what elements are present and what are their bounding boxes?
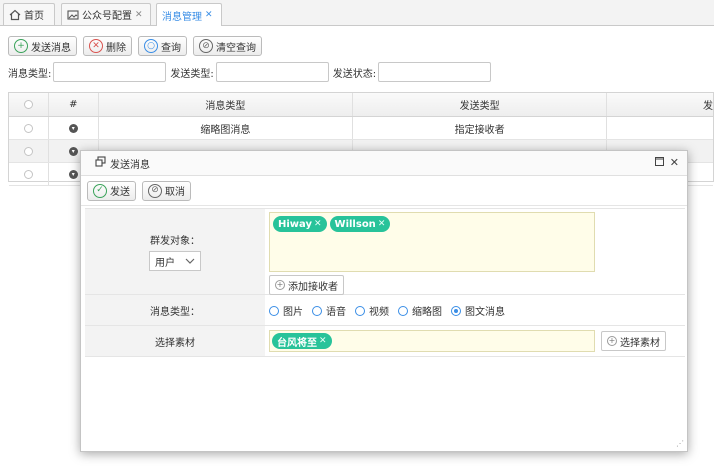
select-material-button[interactable]: + 选择素材 — [601, 331, 666, 351]
close-icon[interactable]: ✕ — [135, 10, 143, 20]
msg-type-filter-label: 消息类型: — [8, 68, 52, 80]
col-index: # — [49, 93, 99, 116]
close-icon[interactable]: ✕ — [670, 156, 679, 169]
tab-home[interactable]: 首页 — [3, 3, 55, 25]
plus-icon: + — [14, 39, 28, 53]
clear-query-button[interactable]: ⊘ 清空查询 — [193, 36, 262, 56]
form-row-target: 群发对象： 用户 Hiway ✕ Willson ✕ + 添加接收者 — [85, 209, 685, 295]
dialog-header[interactable]: 发送消息 ✕ — [81, 151, 687, 176]
tab-label: 首页 — [24, 11, 44, 22]
delete-button[interactable]: ✕ 删除 — [83, 36, 132, 56]
target-type-select[interactable]: 用户 — [149, 251, 201, 271]
radio-voice[interactable]: 语音 — [312, 303, 346, 318]
delete-icon: ✕ — [89, 39, 103, 53]
search-icon: ○ — [144, 39, 158, 53]
col-send-status[interactable]: 发 — [607, 93, 713, 116]
form-row-msg-type: 消息类型： 图片 语音 视频 缩略图 图文消息 — [85, 295, 685, 326]
send-status-filter-label: 发送状态: — [332, 68, 377, 80]
form-row-material: 选择素材 台风将至 ✕ + 选择素材 — [85, 326, 685, 357]
remove-tag-icon[interactable]: ✕ — [378, 219, 386, 229]
image-icon — [67, 9, 79, 21]
dialog-title: 发送消息 — [110, 159, 150, 171]
tab-bar: 首页 公众号配置 ✕ 消息管理 ✕ — [0, 0, 714, 26]
cancel-icon: ⊘ — [148, 183, 162, 198]
col-send-type[interactable]: 发送类型 — [353, 93, 608, 116]
dialog-toolbar: ✓ 发送 ⊘ 取消 — [81, 176, 687, 206]
target-tag-box[interactable]: Hiway ✕ Willson ✕ — [269, 212, 595, 272]
send-form: 群发对象： 用户 Hiway ✕ Willson ✕ + 添加接收者 消息类型：… — [85, 208, 685, 357]
plus-icon: + — [607, 336, 617, 346]
radio-thumbnail[interactable]: 缩略图 — [398, 303, 442, 318]
remove-tag-icon[interactable]: ✕ — [319, 336, 327, 346]
eraser-icon: ⊘ — [199, 39, 213, 53]
target-tag: Willson ✕ — [329, 216, 391, 232]
material-label: 选择素材 — [85, 326, 265, 356]
cancel-button[interactable]: ⊘ 取消 — [142, 180, 191, 201]
msg-type-filter-input[interactable] — [53, 62, 167, 82]
home-icon — [9, 9, 21, 21]
detail-icon[interactable]: ▾ — [68, 169, 78, 179]
close-icon[interactable]: ✕ — [205, 10, 213, 20]
send-status-filter-input[interactable] — [378, 62, 492, 82]
chevron-down-icon — [185, 256, 195, 267]
row-radio[interactable] — [23, 169, 33, 179]
select-all-radio[interactable] — [23, 100, 33, 109]
tab-label: 公众号配置 — [82, 11, 132, 22]
material-tag-box[interactable]: 台风将至 ✕ — [269, 330, 595, 352]
radio-image[interactable]: 图片 — [269, 303, 303, 318]
target-tag: Hiway ✕ — [273, 216, 327, 232]
check-icon: ✓ — [93, 183, 107, 198]
toolbar: + 发送消息 ✕ 删除 ○ 查询 ⊘ 清空查询 — [8, 36, 262, 56]
resize-handle[interactable]: ⋰ — [676, 439, 684, 448]
grid-header: # 消息类型 发送类型 发 — [9, 93, 713, 117]
tab-label: 消息管理 — [162, 11, 202, 23]
add-receiver-button[interactable]: + 添加接收者 — [269, 275, 344, 295]
msg-type-radios: 图片 语音 视频 缩略图 图文消息 — [269, 298, 681, 323]
send-button[interactable]: ✓ 发送 — [87, 180, 136, 201]
material-tag: 台风将至 ✕ — [272, 333, 332, 349]
col-msg-type[interactable]: 消息类型 — [99, 93, 354, 116]
send-message-button[interactable]: + 发送消息 — [8, 36, 77, 56]
send-message-dialog: 发送消息 ✕ ✓ 发送 ⊘ 取消 群发对象： 用户 Hiway ✕ Willso… — [80, 150, 688, 452]
filter-bar: 消息类型: 发送类型: 发送状态: — [8, 62, 495, 82]
table-row[interactable]: ▾ 缩略图消息 指定接收者 — [9, 117, 713, 140]
tab-message-manage[interactable]: 消息管理 ✕ — [156, 3, 222, 26]
msg-type-label: 消息类型： — [85, 295, 265, 325]
target-label: 群发对象： — [150, 236, 200, 247]
row-radio[interactable] — [23, 123, 33, 133]
send-type-filter-input[interactable] — [215, 62, 329, 82]
tab-account-config[interactable]: 公众号配置 ✕ — [61, 3, 151, 25]
query-button[interactable]: ○ 查询 — [138, 36, 187, 56]
send-type-filter-label: 发送类型: — [170, 68, 214, 80]
radio-news[interactable]: 图文消息 — [451, 303, 505, 318]
window-icon — [95, 156, 106, 170]
plus-icon: + — [275, 280, 285, 290]
radio-video[interactable]: 视频 — [355, 303, 389, 318]
detail-icon[interactable]: ▾ — [68, 146, 78, 156]
row-radio[interactable] — [23, 146, 33, 156]
remove-tag-icon[interactable]: ✕ — [314, 219, 322, 229]
detail-icon[interactable]: ▾ — [68, 123, 78, 133]
maximize-icon[interactable] — [654, 156, 664, 169]
